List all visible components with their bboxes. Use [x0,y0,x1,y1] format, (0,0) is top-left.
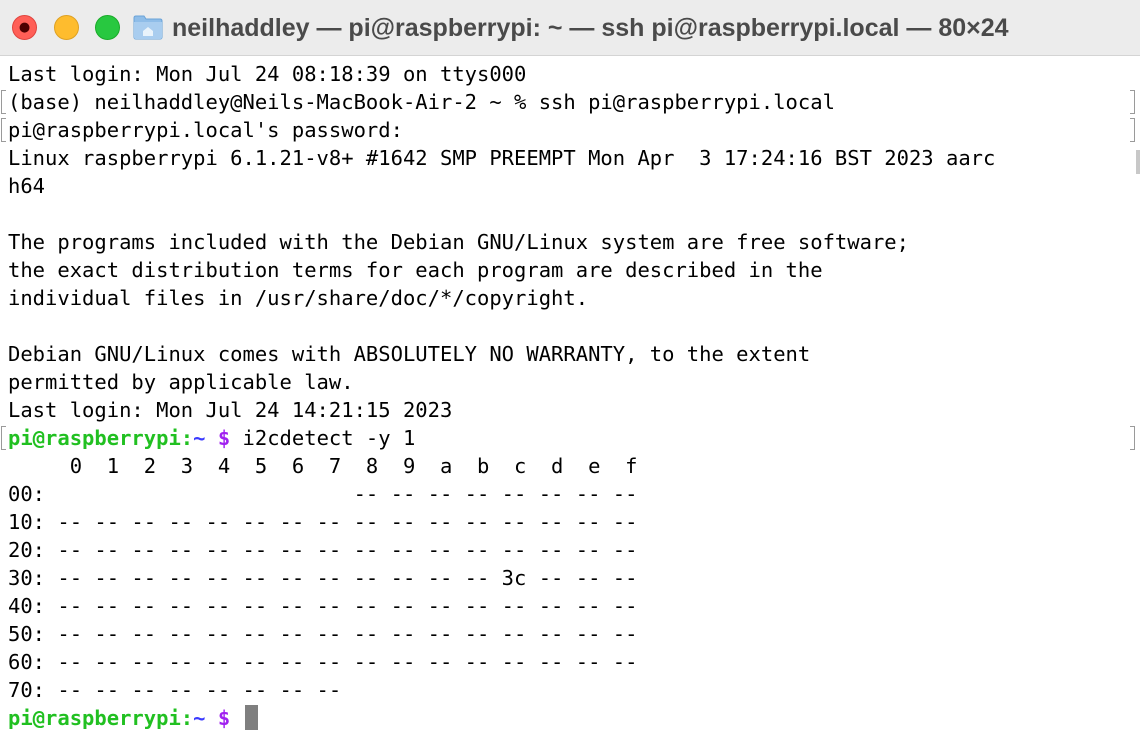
terminal-line: individual files in /usr/share/doc/*/cop… [8,286,589,310]
terminal-line: Debian GNU/Linux comes with ABSOLUTELY N… [8,342,811,366]
i2c-row: 40: -- -- -- -- -- -- -- -- -- -- -- -- … [8,594,638,618]
folder-home-icon [133,15,163,40]
prompt-path: ~ [193,426,206,450]
command-text: i2cdetect -y 1 [230,426,416,450]
command-line: pi@raspberrypi:~ $ i2cdetect -y 1 [8,424,415,452]
window-title: neilhaddley — pi@raspberrypi: ~ — ssh pi… [172,14,1009,42]
terminal-line: pi@raspberrypi.local's password: [8,118,403,142]
terminal-line: h64 [8,174,46,198]
close-icon: ● [18,20,31,35]
terminal-line: Last login: Mon Jul 24 08:18:39 on ttys0… [8,62,527,86]
terminal-line: The programs included with the Debian GN… [8,230,909,254]
line-mark [1,426,6,450]
i2c-row: 00: -- -- -- -- -- -- -- -- [8,482,638,506]
line-mark [1130,90,1135,114]
i2c-row: 60: -- -- -- -- -- -- -- -- -- -- -- -- … [8,650,638,674]
line-mark [1,118,6,142]
prompt-path: ~ [193,706,206,730]
line-mark [1130,426,1135,450]
i2c-row: 10: -- -- -- -- -- -- -- -- -- -- -- -- … [8,510,638,534]
minimize-button[interactable] [54,15,79,40]
terminal-line: permitted by applicable law. [8,370,354,394]
prompt-host: pi@raspberrypi [8,426,181,450]
prompt-host: pi@raspberrypi [8,706,181,730]
i2c-row: 30: -- -- -- -- -- -- -- -- -- -- -- -- … [8,566,638,590]
close-button[interactable]: ● [12,15,37,40]
title-bar[interactable]: ● neilhaddley — pi@raspberrypi: ~ — ssh … [0,0,1140,56]
line-mark [1130,118,1135,142]
text-cursor [244,705,258,730]
i2c-row: 50: -- -- -- -- -- -- -- -- -- -- -- -- … [8,622,638,646]
terminal-line: Last login: Mon Jul 24 14:21:15 2023 [8,398,453,422]
terminal-line: Linux raspberrypi 6.1.21-v8+ #1642 SMP P… [8,146,996,170]
i2c-row: 20: -- -- -- -- -- -- -- -- -- -- -- -- … [8,538,638,562]
prompt-separator: : [180,426,194,450]
terminal-window: ● neilhaddley — pi@raspberrypi: ~ — ssh … [0,0,1140,740]
prompt-separator: : [180,706,194,730]
terminal-output[interactable]: Last login: Mon Jul 24 08:18:39 on ttys0… [0,60,1140,740]
active-prompt-line[interactable]: pi@raspberrypi:~ $ [8,704,258,732]
i2c-row: 70: -- -- -- -- -- -- -- -- [8,678,342,702]
scrollbar[interactable] [1136,150,1140,174]
prompt-dollar: $ [217,706,231,730]
prompt-dollar: $ [217,426,231,450]
terminal-line: (base) neilhaddley@Neils-MacBook-Air-2 ~… [8,90,835,114]
zoom-button[interactable] [95,15,120,40]
line-mark [1,90,6,114]
terminal-line: the exact distribution terms for each pr… [8,258,823,282]
i2c-header-row: 0 1 2 3 4 5 6 7 8 9 a b c d e f [8,454,638,478]
